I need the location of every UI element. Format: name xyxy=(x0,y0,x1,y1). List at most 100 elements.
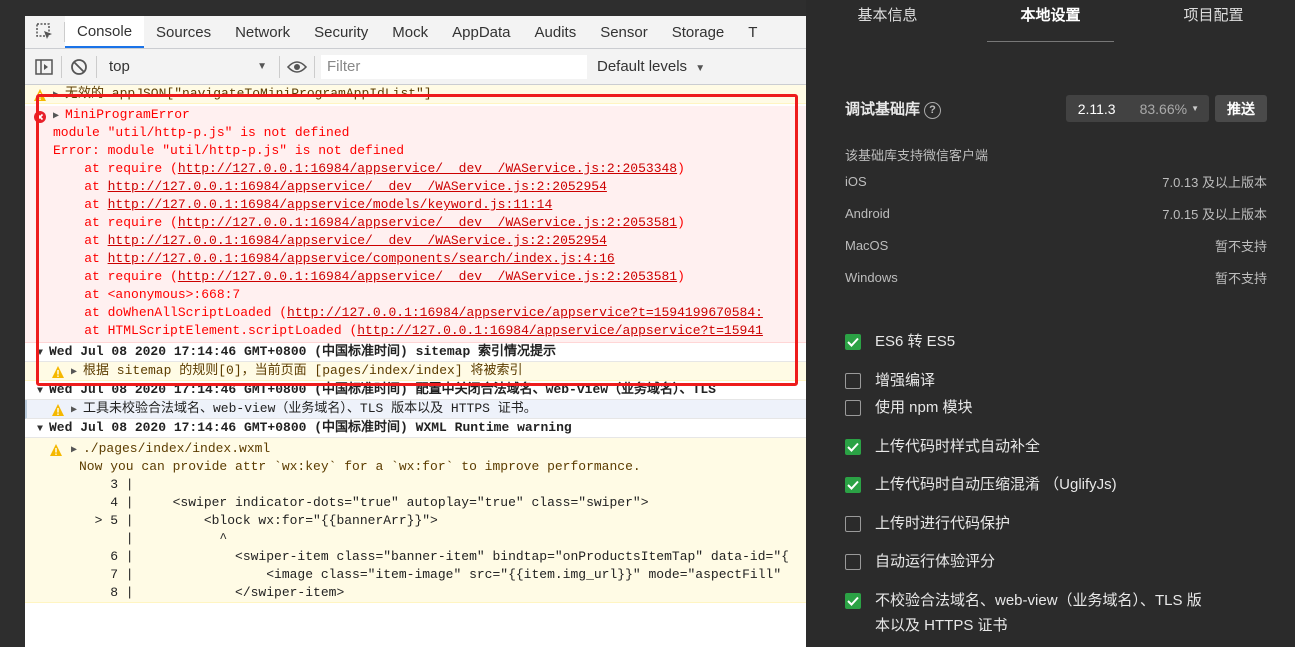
expand-arrow-icon[interactable]: ▶ xyxy=(53,108,65,124)
source-link[interactable]: http://127.0.0.1:16984/appservice/__dev_… xyxy=(108,179,607,194)
tab-sensor[interactable]: Sensor xyxy=(588,16,660,48)
stack-frame-prefix: at xyxy=(53,251,108,266)
inspect-element-icon[interactable] xyxy=(25,22,65,42)
source-link[interactable]: http://127.0.0.1:16984/appservice/__dev_… xyxy=(178,161,677,176)
setting-option-label: ES6 转 ES5 xyxy=(875,329,955,354)
platform-name: Android xyxy=(845,206,890,221)
divider xyxy=(314,55,315,78)
expand-arrow-icon[interactable]: ▶ xyxy=(71,442,83,458)
error-icon xyxy=(34,111,46,123)
setting-option-label: 不校验合法域名、web-view（业务域名）、TLS 版本以及 HTTPS 证书 xyxy=(875,588,1202,638)
checkbox-unchecked-icon[interactable] xyxy=(845,554,861,570)
console-group-header[interactable]: ▼ Wed Jul 08 2020 17:14:46 GMT+0800 (中国标准… xyxy=(25,343,806,362)
expand-arrow-icon[interactable]: ▶ xyxy=(71,364,83,380)
tab-mock[interactable]: Mock xyxy=(380,16,440,48)
setting-option[interactable]: 上传代码时自动压缩混淆 （UglifyJs) xyxy=(845,476,1117,497)
source-link[interactable]: http://127.0.0.1:16984/appservice/models… xyxy=(108,197,553,212)
console-group-header[interactable]: ▼ Wed Jul 08 2020 17:14:46 GMT+0800 (中国标准… xyxy=(25,381,806,400)
chevron-down-icon: ▼ xyxy=(1191,104,1199,113)
tab-audits[interactable]: Audits xyxy=(523,16,589,48)
source-link[interactable]: http://127.0.0.1:16984/appservice/__dev_… xyxy=(108,233,607,248)
console-group-header[interactable]: ▼ Wed Jul 08 2020 17:14:46 GMT+0800 (中国标准… xyxy=(25,419,806,438)
stack-frame: at require (http://127.0.0.1:16984/appse… xyxy=(25,160,806,178)
tab-network[interactable]: Network xyxy=(223,16,302,48)
tab-overflow[interactable]: T xyxy=(736,16,769,48)
push-button[interactable]: 推送 xyxy=(1215,95,1267,122)
setting-option-label: 增强编译 xyxy=(875,368,935,393)
stack-frame-suffix: ) xyxy=(677,161,685,176)
tab-project-config[interactable]: 项目配置 xyxy=(1132,0,1295,42)
warning-text: Now you can provide attr `wx:key` for a … xyxy=(79,459,641,474)
settings-tabs: 基本信息 本地设置 项目配置 xyxy=(806,0,1295,42)
setting-option[interactable]: 增强编译 xyxy=(845,372,935,393)
code-frame: 3 | 4 | <swiper indicator-dots="true" au… xyxy=(25,476,806,602)
clear-console-icon[interactable] xyxy=(68,56,90,78)
checkbox-unchecked-icon[interactable] xyxy=(845,516,861,532)
stack-frame-suffix: ) xyxy=(677,215,685,230)
stack-frame: at http://127.0.0.1:16984/appservice/__d… xyxy=(25,178,806,196)
source-link[interactable]: http://127.0.0.1:16984/appservice/__dev_… xyxy=(178,269,677,284)
checkbox-checked-icon[interactable] xyxy=(845,439,861,455)
context-select[interactable]: top ▼ xyxy=(103,58,273,75)
console-error[interactable]: ▶ MiniProgramError module "util/http-p.js… xyxy=(25,106,806,343)
warning-text: 无效的 appJSON["navigateToMiniProgramAppIdL… xyxy=(65,86,432,101)
stack-frame: at HTMLScriptElement.scriptLoaded (http:… xyxy=(25,322,806,340)
setting-option[interactable]: 使用 npm 模块 xyxy=(845,399,973,420)
setting-option[interactable]: 自动运行体验评分 xyxy=(845,553,995,574)
support-note-text: 该基础库支持微信客户端 xyxy=(845,148,989,163)
code-line: > 5 | <block wx:for="{{bannerArr}}"> xyxy=(79,513,438,528)
stack-frame-prefix: at require ( xyxy=(53,215,178,230)
chevron-down-icon: ▼ xyxy=(695,63,706,74)
console-warning[interactable]: ▶ ./pages/index/index.wxml Now you can pr… xyxy=(25,438,806,603)
source-link[interactable]: http://127.0.0.1:16984/appservice/compon… xyxy=(108,251,615,266)
checkbox-unchecked-icon[interactable] xyxy=(845,373,861,389)
setting-option[interactable]: ES6 转 ES5 xyxy=(845,333,955,354)
setting-option-label: 上传代码时样式自动补全 xyxy=(875,434,1040,459)
source-link[interactable]: http://127.0.0.1:16984/appservice/__dev_… xyxy=(178,215,677,230)
stack-frame-prefix: at require ( xyxy=(53,269,178,284)
setting-option-label: 上传代码时自动压缩混淆 （UglifyJs) xyxy=(875,472,1117,497)
checkbox-checked-icon[interactable] xyxy=(845,593,861,609)
tab-storage[interactable]: Storage xyxy=(660,16,737,48)
eye-icon[interactable] xyxy=(286,56,308,78)
setting-option[interactable]: 不校验合法域名、web-view（业务域名）、TLS 版本以及 HTTPS 证书 xyxy=(845,592,1202,638)
warning-icon xyxy=(50,444,62,456)
setting-option-text: 上传时进行代码保护 xyxy=(875,515,1011,532)
console-messages: ▶ 无效的 appJSON["navigateToMiniProgramAppId… xyxy=(25,85,806,603)
tab-local-settings[interactable]: 本地设置 xyxy=(969,0,1132,42)
setting-option[interactable]: 上传代码时样式自动补全 xyxy=(845,438,1040,459)
error-title: MiniProgramError xyxy=(65,107,190,122)
setting-option-text: 本以及 HTTPS 证书 xyxy=(875,617,1008,634)
checkbox-checked-icon[interactable] xyxy=(845,477,861,493)
code-line: 4 | <swiper indicator-dots="true" autopl… xyxy=(79,495,649,510)
help-icon[interactable]: ? xyxy=(924,101,942,119)
tab-basic-info[interactable]: 基本信息 xyxy=(806,0,969,42)
setting-option-text: 不校验合法域名、web-view（业务域名）、TLS 版 xyxy=(875,592,1202,609)
setting-option-text: 自动运行体验评分 xyxy=(875,553,996,570)
stack-frame: at require (http://127.0.0.1:16984/appse… xyxy=(25,268,806,286)
console-warning[interactable]: ▶ 无效的 appJSON["navigateToMiniProgramAppId… xyxy=(25,85,806,104)
checkbox-checked-icon[interactable] xyxy=(845,334,861,350)
stack-frame-prefix: at doWhenAllScriptLoaded ( xyxy=(53,305,288,320)
tab-appdata[interactable]: AppData xyxy=(440,16,522,48)
console-warning[interactable]: ▶ 根据 sitemap 的规则[0]，当前页面 [pages/index/ind… xyxy=(25,362,806,381)
console-info[interactable]: ▶ 工具未校验合法域名、web-view（业务域名）、TLS 版本以及 HTTPS… xyxy=(25,400,806,419)
tab-security[interactable]: Security xyxy=(302,16,380,48)
source-link[interactable]: http://127.0.0.1:16984/appservice/appser… xyxy=(287,305,763,320)
support-note: 该基础库支持微信客户端 xyxy=(845,145,1267,164)
log-levels-select[interactable]: Default levels ▼ xyxy=(597,58,705,75)
setting-option-text: 上传代码时自动压缩混淆 （UglifyJs) xyxy=(875,476,1117,493)
source-link[interactable]: http://127.0.0.1:16984/appservice/appser… xyxy=(357,323,763,338)
base-library-select[interactable]: 2.11.3 83.66% ▼ xyxy=(1065,95,1209,122)
checkbox-unchecked-icon[interactable] xyxy=(845,400,861,416)
code-line: 8 | </swiper-item> xyxy=(79,585,345,600)
tab-console[interactable]: Console xyxy=(65,16,145,48)
expand-arrow-icon[interactable]: ▶ xyxy=(71,402,83,418)
sidebar-toggle-icon[interactable] xyxy=(33,56,55,78)
setting-option-label: 自动运行体验评分 xyxy=(875,549,995,574)
setting-option[interactable]: 上传时进行代码保护 xyxy=(845,515,1010,536)
stack-frame: at http://127.0.0.1:16984/appservice/mod… xyxy=(25,196,806,214)
filter-input[interactable] xyxy=(321,54,587,79)
tab-sources[interactable]: Sources xyxy=(144,16,223,48)
expand-arrow-icon[interactable]: ▶ xyxy=(53,87,65,103)
